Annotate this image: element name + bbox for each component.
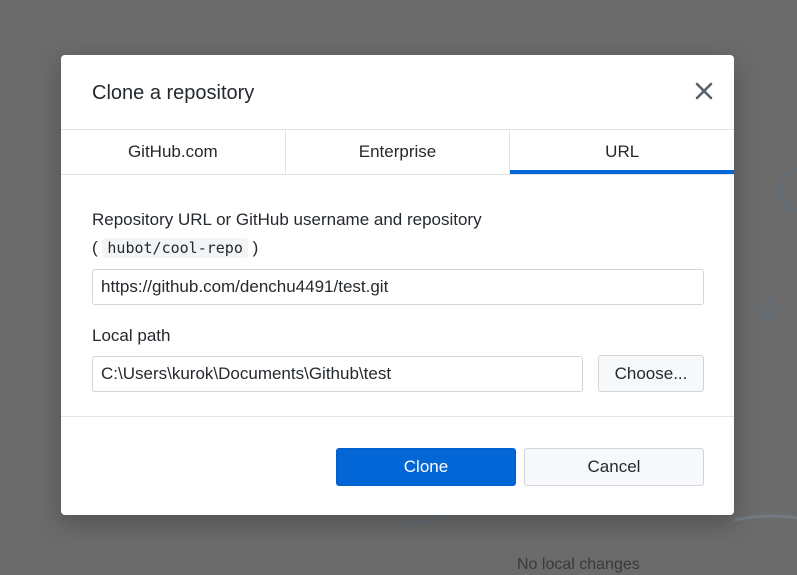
dialog-header: Clone a repository xyxy=(61,55,734,130)
cancel-button[interactable]: Cancel xyxy=(524,448,704,486)
hint-example-code: hubot/cool-repo xyxy=(102,238,248,258)
close-button[interactable] xyxy=(694,81,714,101)
local-path-label: Local path xyxy=(92,326,171,345)
repository-url-label: Repository URL or GitHub username and re… xyxy=(92,210,482,229)
repository-url-input[interactable] xyxy=(92,269,704,305)
tab-bar: GitHub.com Enterprise URL xyxy=(61,130,734,175)
tab-enterprise[interactable]: Enterprise xyxy=(286,130,511,174)
dialog-title: Clone a repository xyxy=(92,82,255,104)
clone-button[interactable]: Clone xyxy=(336,448,516,486)
hint-open-paren: ( xyxy=(92,238,98,257)
local-path-row: Choose... xyxy=(92,355,704,392)
dialog-body: Repository URL or GitHub username and re… xyxy=(61,175,734,417)
repository-url-hint: ( hubot/cool-repo ) xyxy=(92,235,704,261)
local-path-input[interactable] xyxy=(92,355,583,392)
close-icon xyxy=(695,82,713,100)
choose-button[interactable]: Choose... xyxy=(598,355,704,392)
clone-repository-dialog: Clone a repository GitHub.com Enterprise… xyxy=(61,55,734,515)
dialog-footer: Clone Cancel xyxy=(61,417,734,517)
hint-close-paren: ) xyxy=(252,238,259,257)
background-status-text: No local changes xyxy=(517,556,640,573)
tab-github-com[interactable]: GitHub.com xyxy=(61,130,286,174)
tab-url[interactable]: URL xyxy=(510,130,734,174)
